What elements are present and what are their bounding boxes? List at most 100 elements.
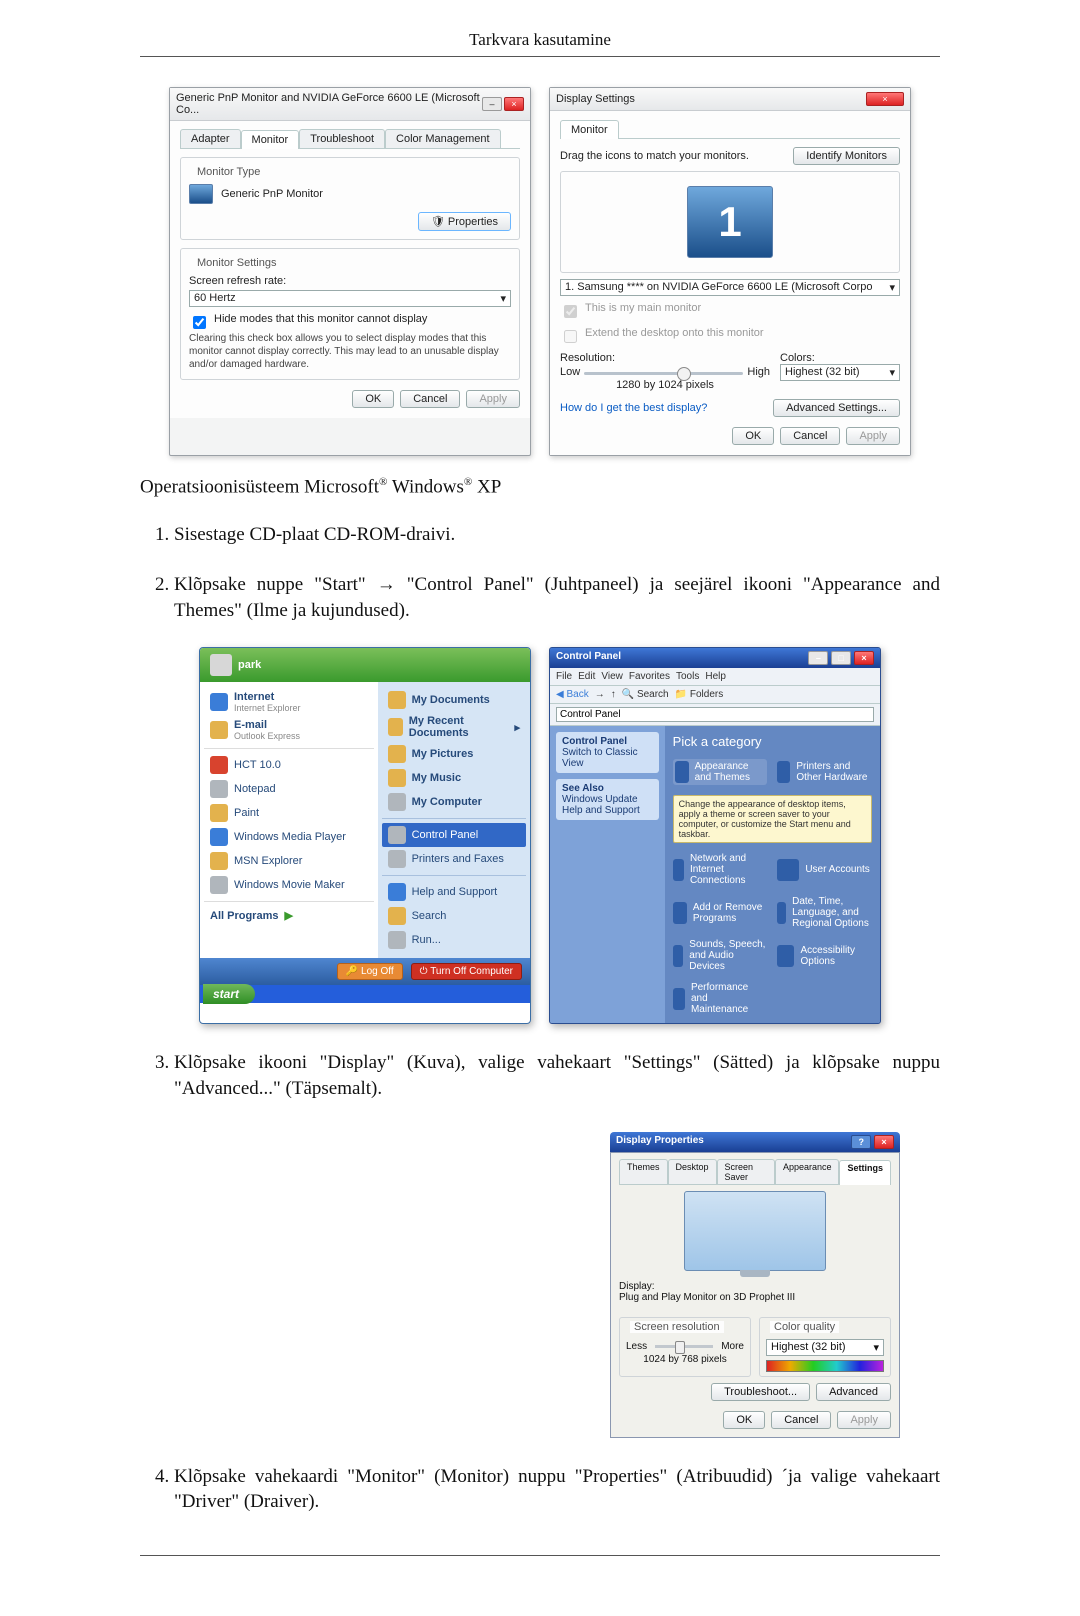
- windows-update-link[interactable]: Windows Update: [562, 794, 653, 805]
- color-quality-select[interactable]: Highest (32 bit) ▾: [766, 1339, 884, 1356]
- cat-accessibility[interactable]: Accessibility Options: [777, 939, 872, 972]
- resolution-slider[interactable]: [584, 372, 743, 375]
- cat-sounds[interactable]: Sounds, Speech, and Audio Devices: [673, 939, 768, 972]
- tab-desktop[interactable]: Desktop: [668, 1159, 717, 1184]
- start-button[interactable]: start: [203, 984, 255, 1004]
- start-my-music[interactable]: My Music: [382, 766, 526, 790]
- tab-adapter[interactable]: Adapter: [180, 129, 241, 148]
- start-recent-documents[interactable]: My Recent Documents ▸: [382, 712, 526, 742]
- help-support-link[interactable]: Help and Support: [562, 805, 653, 816]
- start-item-msn[interactable]: MSN Explorer: [204, 849, 374, 873]
- paint-icon: [210, 804, 228, 822]
- slider-thumb[interactable]: [677, 367, 691, 381]
- tab-themes[interactable]: Themes: [619, 1159, 668, 1184]
- apply-button[interactable]: Apply: [466, 390, 520, 408]
- display-device-select[interactable]: 1. Samsung **** on NVIDIA GeForce 6600 L…: [560, 279, 900, 296]
- start-item-email[interactable]: E-mailOutlook Express: [204, 716, 374, 744]
- main-monitor-checkbox: [564, 305, 577, 318]
- cat-printers-hardware[interactable]: Printers and Other Hardware: [777, 759, 872, 785]
- monitor-settings-legend: Monitor Settings: [193, 257, 280, 269]
- close-icon[interactable]: ×: [854, 651, 874, 665]
- resolution-value: 1280 by 1024 pixels: [560, 379, 770, 391]
- ok-button[interactable]: OK: [732, 427, 774, 445]
- ok-button[interactable]: OK: [352, 390, 394, 408]
- hide-modes-checkbox[interactable]: [193, 316, 206, 329]
- cat-appearance-themes[interactable]: Appearance and Themes: [673, 759, 768, 785]
- start-item-notepad[interactable]: Notepad: [204, 777, 374, 801]
- cat-performance[interactable]: Performance and Maintenance: [673, 982, 768, 1015]
- start-search[interactable]: Search: [382, 904, 526, 928]
- chevron-down-icon: ▾: [889, 366, 895, 379]
- minimize-icon[interactable]: –: [808, 651, 828, 665]
- tab-color-management[interactable]: Color Management: [385, 129, 501, 148]
- apply-button[interactable]: Apply: [837, 1411, 891, 1429]
- start-control-panel[interactable]: Control Panel: [382, 823, 526, 847]
- cancel-button[interactable]: Cancel: [780, 427, 840, 445]
- cat-add-remove[interactable]: Add or Remove Programs: [673, 896, 768, 929]
- apply-button[interactable]: Apply: [846, 427, 900, 445]
- cancel-button[interactable]: Cancel: [771, 1411, 831, 1429]
- properties-button[interactable]: 🛡 Properties: [418, 212, 511, 231]
- turn-off-button[interactable]: ⏻ Turn Off Computer: [411, 963, 522, 980]
- tab-screensaver[interactable]: Screen Saver: [717, 1159, 775, 1184]
- menu-help[interactable]: Help: [705, 671, 726, 682]
- refresh-rate-select[interactable]: 60 Hertz ▾: [189, 290, 511, 307]
- ok-button[interactable]: OK: [723, 1411, 765, 1429]
- start-my-documents[interactable]: My Documents: [382, 688, 526, 712]
- advanced-button[interactable]: Advanced: [816, 1383, 891, 1401]
- tab-troubleshoot[interactable]: Troubleshoot: [299, 129, 385, 148]
- menu-favorites[interactable]: Favorites: [629, 671, 670, 682]
- start-item-hct[interactable]: HCT 10.0: [204, 753, 374, 777]
- address-input[interactable]: [556, 707, 874, 722]
- colors-select[interactable]: Highest (32 bit) ▾: [780, 364, 900, 381]
- start-item-paint[interactable]: Paint: [204, 801, 374, 825]
- troubleshoot-button[interactable]: Troubleshoot...: [711, 1383, 810, 1401]
- monitor-1-icon[interactable]: 1: [687, 186, 773, 258]
- resolution-slider[interactable]: [655, 1345, 713, 1348]
- search-button[interactable]: 🔍 Search: [622, 689, 669, 700]
- best-display-link[interactable]: How do I get the best display?: [560, 402, 707, 414]
- slider-thumb[interactable]: [675, 1341, 685, 1354]
- start-item-wmp[interactable]: Windows Media Player: [204, 825, 374, 849]
- back-button[interactable]: ◀ Back: [556, 689, 589, 700]
- menu-tools[interactable]: Tools: [676, 671, 699, 682]
- tab-appearance[interactable]: Appearance: [775, 1159, 840, 1184]
- menu-file[interactable]: File: [556, 671, 572, 682]
- msn-icon: [210, 852, 228, 870]
- forward-button[interactable]: →: [595, 689, 605, 700]
- cat-network[interactable]: Network and Internet Connections: [673, 853, 768, 886]
- help-icon[interactable]: ?: [851, 1135, 871, 1149]
- start-my-computer[interactable]: My Computer: [382, 790, 526, 814]
- up-button[interactable]: ↑: [611, 689, 616, 700]
- step-2: Klõpsake nuppe "Start" → "Control Panel"…: [174, 572, 940, 623]
- start-help[interactable]: Help and Support: [382, 880, 526, 904]
- identify-monitors-button[interactable]: Identify Monitors: [793, 147, 900, 165]
- start-item-moviemaker[interactable]: Windows Movie Maker: [204, 873, 374, 897]
- close-icon[interactable]: ×: [504, 97, 524, 111]
- menu-edit[interactable]: Edit: [578, 671, 595, 682]
- tab-settings[interactable]: Settings: [839, 1160, 891, 1185]
- cat-date-time[interactable]: Date, Time, Language, and Regional Optio…: [777, 896, 872, 929]
- switch-classic-link[interactable]: Switch to Classic View: [562, 747, 653, 769]
- folder-icon: [388, 718, 403, 736]
- minimize-icon[interactable]: –: [482, 97, 502, 111]
- cat-user-accounts[interactable]: User Accounts: [777, 853, 872, 886]
- start-all-programs[interactable]: All Programs ▶: [204, 906, 374, 925]
- tab-monitor[interactable]: Monitor: [560, 120, 619, 139]
- folders-button[interactable]: 📁 Folders: [675, 689, 724, 700]
- close-icon[interactable]: ×: [866, 92, 904, 106]
- log-off-button[interactable]: 🔑 Log Off: [337, 963, 403, 980]
- printer-icon: [777, 761, 790, 783]
- cancel-button[interactable]: Cancel: [400, 390, 460, 408]
- close-icon[interactable]: ×: [874, 1135, 894, 1149]
- advanced-settings-button[interactable]: Advanced Settings...: [773, 399, 900, 417]
- dialog-title: Display Settings: [556, 93, 635, 105]
- start-item-internet[interactable]: InternetInternet Explorer: [204, 688, 374, 716]
- tab-monitor[interactable]: Monitor: [241, 130, 300, 149]
- start-run[interactable]: Run...: [382, 928, 526, 952]
- maximize-icon[interactable]: □: [831, 651, 851, 665]
- menu-view[interactable]: View: [601, 671, 623, 682]
- start-printers[interactable]: Printers and Faxes: [382, 847, 526, 871]
- window-buttons: ×: [866, 92, 904, 106]
- start-my-pictures[interactable]: My Pictures: [382, 742, 526, 766]
